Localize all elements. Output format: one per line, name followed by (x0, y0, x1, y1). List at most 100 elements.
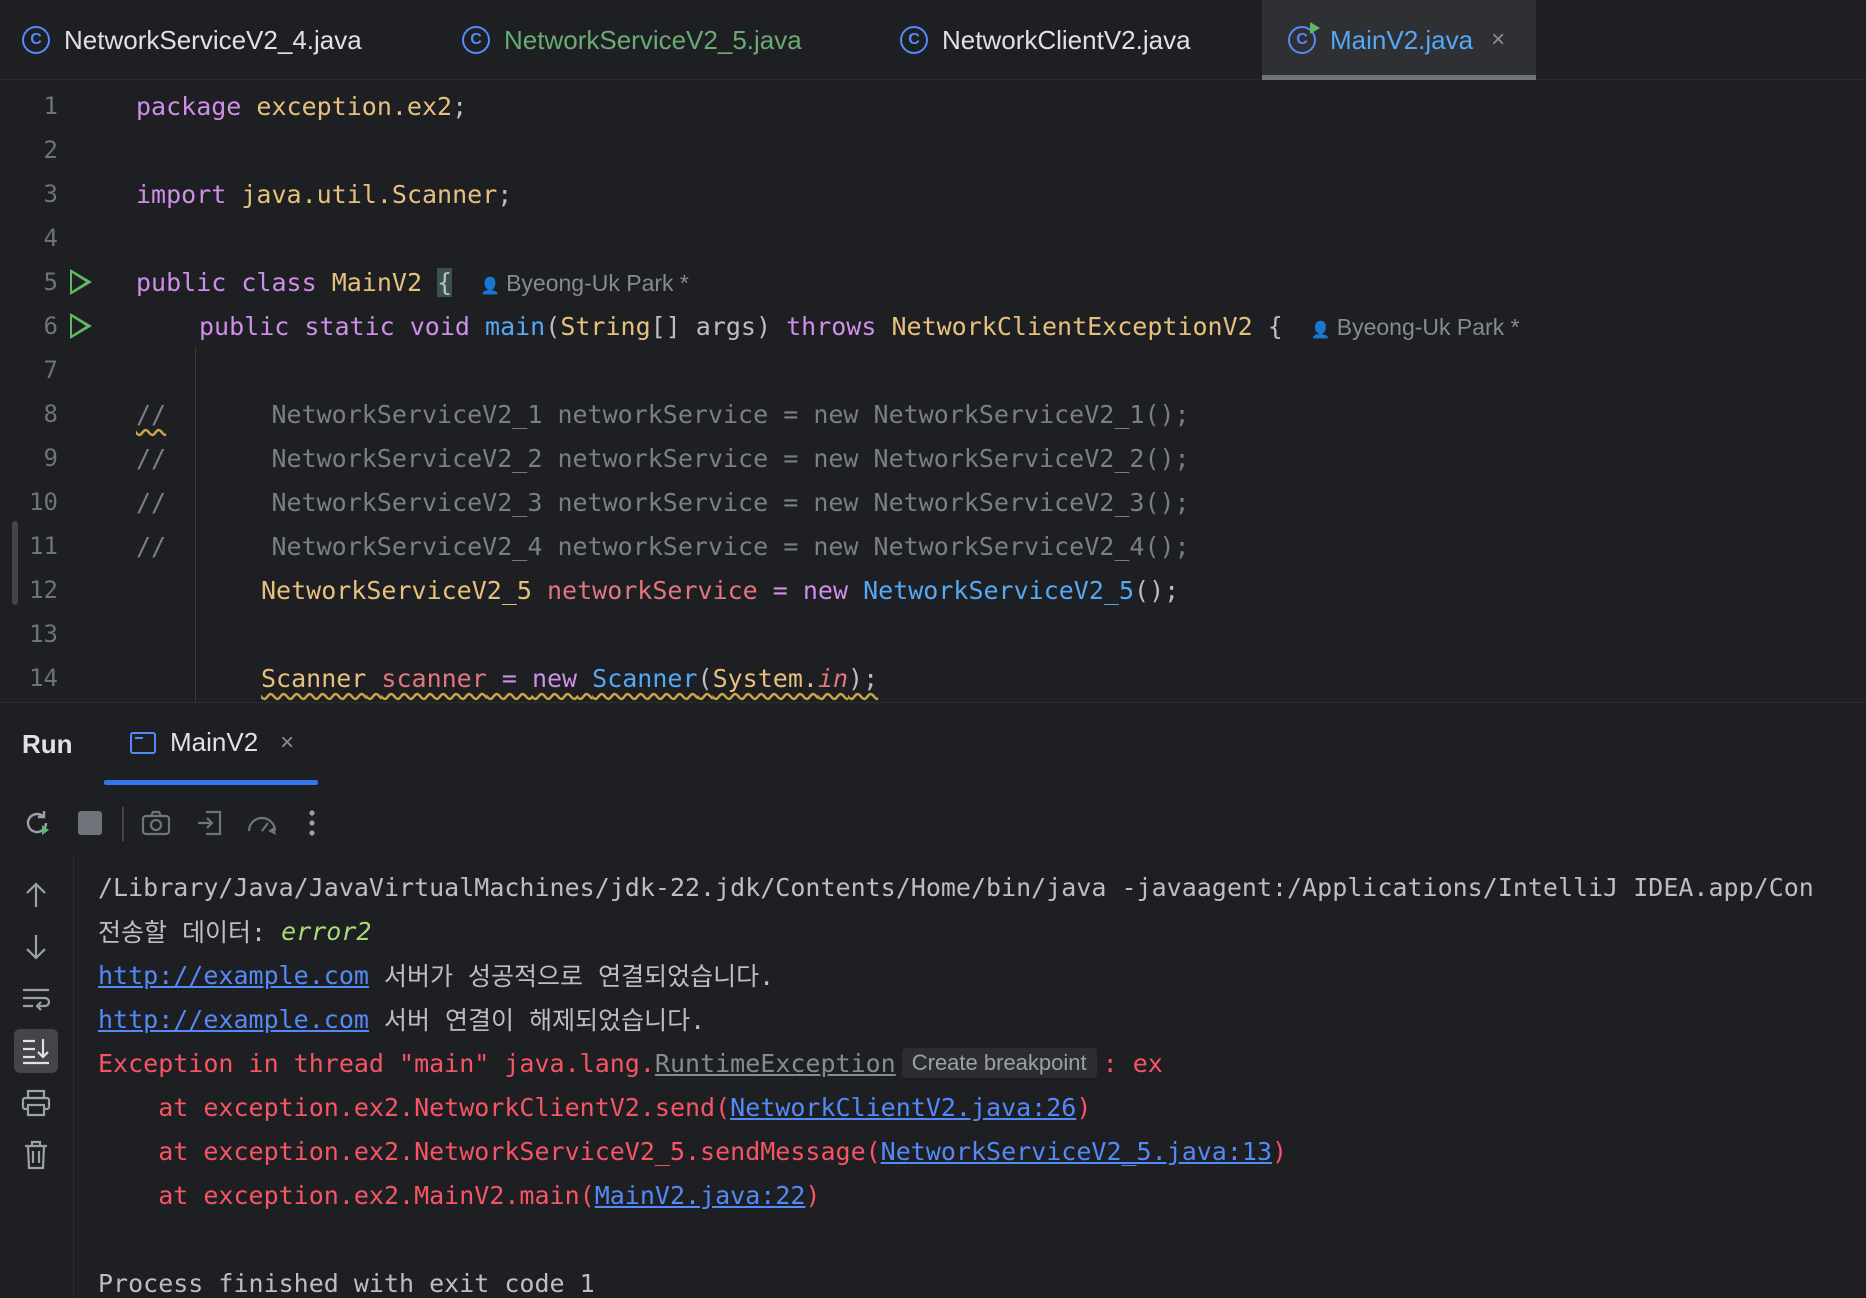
line-number: 13 (29, 620, 58, 648)
url-link[interactable]: http://example.com (98, 961, 369, 990)
console-output[interactable]: /Library/Java/JavaVirtualMachines/jdk-22… (98, 855, 1866, 1298)
line-number: 9 (43, 444, 58, 472)
console-text: 서버가 성공적으로 연결되었습니다. (368, 962, 775, 991)
run-toolbar (0, 803, 1866, 845)
call-tail: ); (848, 663, 879, 693)
line-number: 12 (29, 576, 58, 604)
keyword: new (802, 575, 849, 605)
call-tail: (); (1134, 575, 1180, 605)
exception-class-link[interactable]: RuntimeException (655, 1049, 896, 1078)
comment-text: NetworkServiceV2_3 networkService = new … (166, 487, 1190, 517)
line-number: 6 (43, 312, 58, 340)
source-link[interactable]: NetworkServiceV2_5.java:13 (881, 1137, 1272, 1166)
code-line: 13 (0, 612, 1866, 656)
console-user-input: error2 (281, 916, 372, 946)
run-tab-mainv2[interactable]: MainV2 × (130, 727, 294, 758)
more-icon[interactable] (292, 803, 332, 843)
url-link[interactable]: http://example.com (98, 1005, 369, 1034)
arrow-up-icon[interactable] (14, 873, 58, 917)
close-icon[interactable]: × (280, 729, 294, 757)
stop-icon[interactable] (70, 803, 110, 843)
variable-name: scanner (381, 663, 487, 693)
run-tab-label: MainV2 (170, 727, 259, 757)
console-prompt: 전송할 데이터: (98, 918, 282, 947)
profiler-icon[interactable] (242, 803, 282, 843)
comment-slashes: // (136, 487, 167, 517)
create-breakpoint-hint[interactable]: Create breakpoint (901, 1048, 1097, 1078)
keyword: static (304, 311, 395, 341)
stack-trace-line: at exception.ex2.NetworkServiceV2_5.send… (98, 1129, 1287, 1173)
print-icon[interactable] (14, 1081, 58, 1125)
line-number: 11 (29, 532, 58, 560)
stack-frame-text: at exception.ex2.MainV2.main( (98, 1180, 595, 1210)
keyword: new (531, 663, 578, 693)
tab-networkservicev2-4[interactable]: C NetworkServiceV2_4.java (22, 0, 362, 80)
stack-frame-suffix: ) (805, 1180, 821, 1210)
line-number: 10 (29, 488, 58, 516)
code-line: 11 // NetworkServiceV2_4 networkService … (0, 524, 1866, 568)
console-side-toolbar (0, 855, 74, 1298)
type-name: NetworkServiceV2_5 (261, 575, 532, 605)
keyword: class (241, 267, 317, 297)
keyword: package (136, 91, 242, 121)
code-line: 5 public class MainV2 {Byeong-Uk Park * (0, 260, 1866, 304)
author-inlay[interactable]: Byeong-Uk Park * (1311, 314, 1520, 340)
line-number: 5 (43, 268, 58, 296)
line-number: 1 (43, 92, 58, 120)
login-icon[interactable] (190, 803, 230, 843)
line-number: 8 (43, 400, 58, 428)
line-number: 3 (43, 180, 58, 208)
tab-networkservicev2-5[interactable]: C NetworkServiceV2_5.java (462, 0, 802, 80)
operator: = (486, 663, 532, 693)
source-link[interactable]: MainV2.java:22 (595, 1181, 806, 1210)
import-name: java.util.Scanner (241, 179, 498, 209)
line-number: 2 (43, 136, 58, 164)
comment-text: NetworkServiceV2_4 networkService = new … (166, 531, 1190, 561)
keyword: import (136, 179, 227, 209)
run-title: Run (22, 729, 73, 759)
toolbar-separator (122, 807, 124, 841)
run-gutter-icon[interactable] (70, 269, 92, 295)
run-gutter-icon[interactable] (70, 313, 92, 339)
arrow-down-icon[interactable] (14, 925, 58, 969)
code-line: 4 (0, 216, 1866, 260)
code-line: 10 // NetworkServiceV2_3 networkService … (0, 480, 1866, 524)
tab-label: NetworkClientV2.java (942, 24, 1191, 55)
semicolon: ; (452, 91, 468, 121)
stack-frame-suffix: ) (1272, 1136, 1288, 1166)
tab-networkclientv2[interactable]: C NetworkClientV2.java (900, 0, 1191, 80)
class-icon: C (462, 26, 490, 54)
editor-tab-bar: C NetworkServiceV2_4.java C NetworkServi… (0, 0, 1866, 80)
console-exception-line: Exception in thread "main" java.lang. Run… (98, 1041, 1163, 1085)
source-link[interactable]: NetworkClientV2.java:26 (730, 1093, 1076, 1122)
author-inlay[interactable]: Byeong-Uk Park * (480, 270, 689, 296)
comment-slashes: // (136, 531, 167, 561)
camera-icon[interactable] (136, 803, 176, 843)
exception-suffix: : ex (1102, 1048, 1163, 1078)
variable-name: networkService (547, 575, 758, 605)
console-line: http://example.com 서버가 성공적으로 연결되었습니다. (98, 953, 774, 997)
type-name: Scanner (261, 663, 367, 693)
comment-text: NetworkServiceV2_2 networkService = new … (166, 443, 1190, 473)
class-icon: C (900, 26, 928, 54)
brace: { (437, 267, 453, 297)
close-icon[interactable]: × (1491, 26, 1505, 54)
exception-prefix: Exception in thread "main" java.lang. (98, 1048, 655, 1078)
paren: ( (545, 311, 561, 341)
stack-frame-suffix: ) (1076, 1092, 1092, 1122)
code-editor[interactable]: 1 package exception.ex2; 2 3 import java… (0, 81, 1866, 702)
line-number: 7 (43, 356, 58, 384)
tab-mainv2[interactable]: C MainV2.java × (1262, 0, 1536, 80)
keyword: throws (786, 311, 877, 341)
class-ref: System. (712, 663, 818, 693)
code-line: 6 public static void main(String[] args)… (0, 304, 1866, 348)
type-name: String (560, 311, 651, 341)
scroll-to-end-icon[interactable] (14, 1029, 58, 1073)
rerun-icon[interactable] (17, 803, 57, 843)
soft-wrap-icon[interactable] (14, 977, 58, 1021)
console-text: 서버 연결이 해제되었습니다. (368, 1006, 706, 1035)
keyword: public (136, 267, 227, 297)
code-line: 7 (0, 348, 1866, 392)
line-number: 4 (43, 224, 58, 252)
trash-icon[interactable] (14, 1133, 58, 1177)
